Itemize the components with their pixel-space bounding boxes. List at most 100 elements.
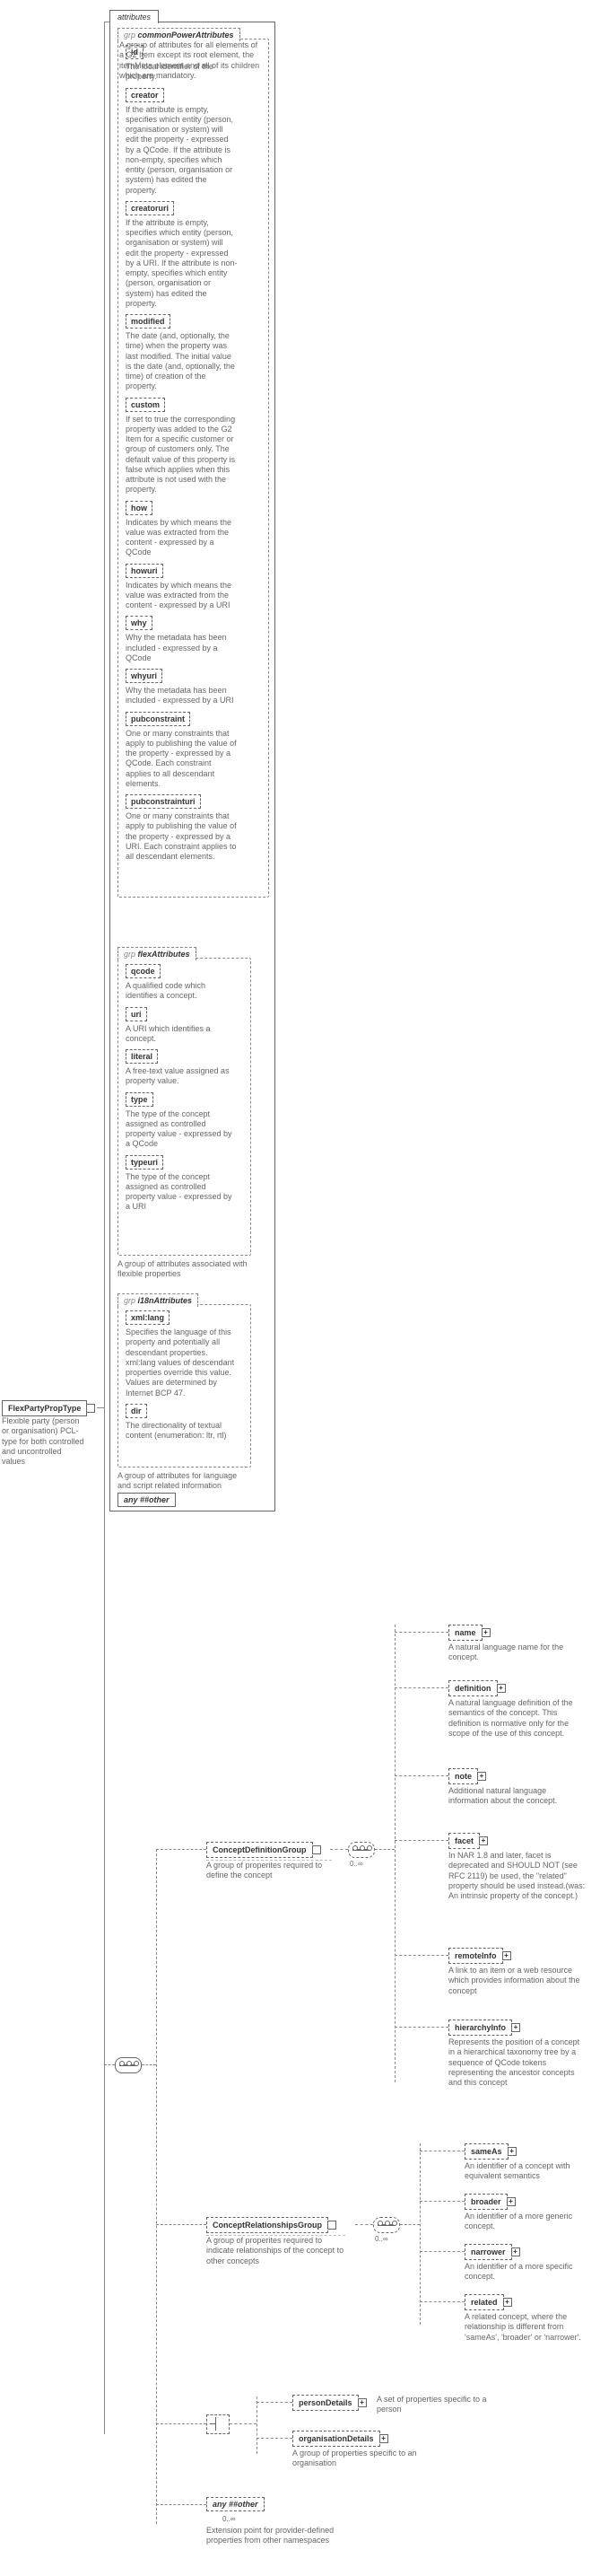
conn: [156, 2423, 206, 2424]
attr-custom: custom: [126, 398, 165, 412]
attributes-container: attributes grp commonPowerAttributes idT…: [109, 22, 275, 1511]
sequence-compositor: [115, 2057, 142, 2073]
attr-qcode: qcode: [126, 964, 161, 978]
attr-desc: One or many constraints that apply to pu…: [126, 811, 238, 862]
conn: [156, 2224, 206, 2225]
elem-desc: Represents the position of a concept in …: [448, 2037, 587, 2088]
group-i18n: grp i18nAttributes xml:langSpecifies the…: [117, 1304, 251, 1468]
root-type: FlexPartyPropType: [2, 1400, 87, 1416]
conn: [395, 1775, 448, 1776]
attr-howuri: howuri: [126, 564, 163, 578]
elem-note: note: [448, 1768, 478, 1784]
elem-name: name: [448, 1625, 483, 1641]
any-desc: Extension point for provider-defined pro…: [206, 2526, 341, 2546]
conn: [355, 2224, 373, 2225]
attr-desc: Why the metadata has been included - exp…: [126, 686, 238, 706]
elem-remoteinfo: remoteInfo: [448, 1948, 503, 1964]
conn: [230, 2423, 257, 2424]
attr-desc: Why the metadata has been included - exp…: [126, 633, 238, 663]
elem-desc: Additional natural language information …: [448, 1786, 574, 1807]
cardinality: 0..∞: [375, 2235, 388, 2243]
attr-desc: The date (and, optionally, the time) whe…: [126, 331, 238, 392]
attr-desc: The type of the concept assigned as cont…: [126, 1172, 238, 1213]
conn: [395, 1625, 396, 2082]
conn: [420, 2251, 465, 2252]
group-flex-desc: A group of attributes associated with fl…: [117, 1259, 252, 1280]
attr-why: why: [126, 616, 152, 630]
attr-desc: The type of the concept assigned as cont…: [126, 1109, 238, 1150]
elem-sameas: sameAs: [465, 2143, 509, 2160]
choice-compositor: [206, 2414, 230, 2434]
any-attribute: any ##other: [117, 1493, 176, 1507]
attributes-tab: attributes: [109, 10, 159, 23]
root-desc: Flexible party (person or organisation) …: [2, 1416, 87, 1467]
attr-desc: A URI which identifies a concept.: [126, 1024, 238, 1045]
sequence-compositor: [348, 1842, 375, 1858]
elem-desc: In NAR 1.8 and later, facet is deprecate…: [448, 1851, 587, 1901]
elem-hierarchyinfo: hierarchyInfo: [448, 2020, 512, 2036]
conn: [395, 1632, 448, 1633]
conn: [400, 2224, 420, 2225]
conn: [420, 2143, 421, 2325]
attr-dir: dir: [126, 1404, 147, 1418]
elem-persondetails: personDetails: [292, 2395, 359, 2411]
group-common: grp commonPowerAttributes idThe local id…: [117, 39, 269, 898]
conn: [375, 1849, 395, 1850]
group-flex: grp flexAttributes qcodeA qualified code…: [117, 958, 251, 1256]
group-conceptdef-desc: A group of properites required to define…: [206, 1860, 332, 1881]
cardinality: 0..∞: [350, 1860, 363, 1868]
attr-modified: modified: [126, 314, 170, 329]
group-conceptrel-desc: A group of properites required to indica…: [206, 2235, 345, 2266]
group-conceptrel: ConceptRelationshipsGroup: [206, 2217, 328, 2233]
attr-pubconstrainturi: pubconstrainturi: [126, 794, 201, 809]
conn: [330, 1849, 348, 1850]
group-conceptdef: ConceptDefinitionGroup: [206, 1842, 313, 1858]
conn: [104, 22, 105, 2434]
group-common-tab: grp commonPowerAttributes: [117, 28, 240, 41]
elem-desc: A related concept, where the relationshi…: [465, 2312, 599, 2343]
elem-related: related: [465, 2294, 504, 2310]
attr-desc: One or many constraints that apply to pu…: [126, 729, 238, 790]
elem-desc: A set of properties specific to a person: [377, 2395, 502, 2415]
conn: [395, 1687, 448, 1688]
elem-narrower: narrower: [465, 2244, 512, 2260]
group-common-desc: A group of attributes for all elements o…: [119, 40, 263, 81]
elem-desc: A natural language name for the concept.: [448, 1643, 574, 1663]
conn: [104, 2064, 115, 2065]
attr-desc: If the attribute is empty, specifies whi…: [126, 218, 238, 309]
attr-desc: A qualified code which identifies a conc…: [126, 981, 238, 1002]
attr-how: how: [126, 501, 152, 515]
attr-desc: Specifies the language of this property …: [126, 1327, 238, 1398]
elem-desc: A link to an item or a web resource whic…: [448, 1966, 583, 1996]
attr-desc: If set to true the corresponding propert…: [126, 415, 238, 495]
group-i18n-desc: A group of attributes for language and s…: [117, 1471, 252, 1492]
group-flex-tab: grp flexAttributes: [117, 947, 196, 960]
elem-broader: broader: [465, 2194, 508, 2210]
conn: [257, 2438, 292, 2439]
attr-desc: The directionality of textual content (e…: [126, 1421, 238, 1441]
elem-definition: definition: [448, 1680, 498, 1696]
attr-uri: uri: [126, 1007, 147, 1021]
cardinality: 0..∞: [222, 2515, 236, 2523]
attr-creator: creator: [126, 88, 164, 102]
attr-desc: If the attribute is empty, specifies whi…: [126, 105, 238, 196]
conn: [395, 2027, 448, 2028]
group-i18n-tab: grp i18nAttributes: [117, 1293, 198, 1307]
elem-desc: A group of properties specific to an org…: [292, 2449, 436, 2469]
elem-desc: An identifier of a more generic concept.: [465, 2212, 590, 2232]
attr-pubconstraint: pubconstraint: [126, 712, 190, 726]
elem-desc: An identifier of a more specific concept…: [465, 2262, 590, 2282]
conn: [420, 2301, 465, 2302]
conn: [156, 1849, 206, 1850]
attr-typeuri: typeuri: [126, 1155, 163, 1170]
elem-orgdetails: organisationDetails: [292, 2431, 380, 2447]
elem-desc: An identifier of a concept with equivale…: [465, 2161, 590, 2182]
conn: [257, 2402, 292, 2403]
conn: [156, 2504, 206, 2505]
attr-desc: Indicates by which means the value was e…: [126, 518, 238, 558]
attr-xmllang: xml:lang: [126, 1310, 170, 1325]
elem-facet: facet: [448, 1833, 480, 1849]
elem-desc: A natural language definition of the sem…: [448, 1698, 583, 1739]
attr-literal: literal: [126, 1049, 158, 1064]
attr-desc: Indicates by which means the value was e…: [126, 581, 238, 611]
